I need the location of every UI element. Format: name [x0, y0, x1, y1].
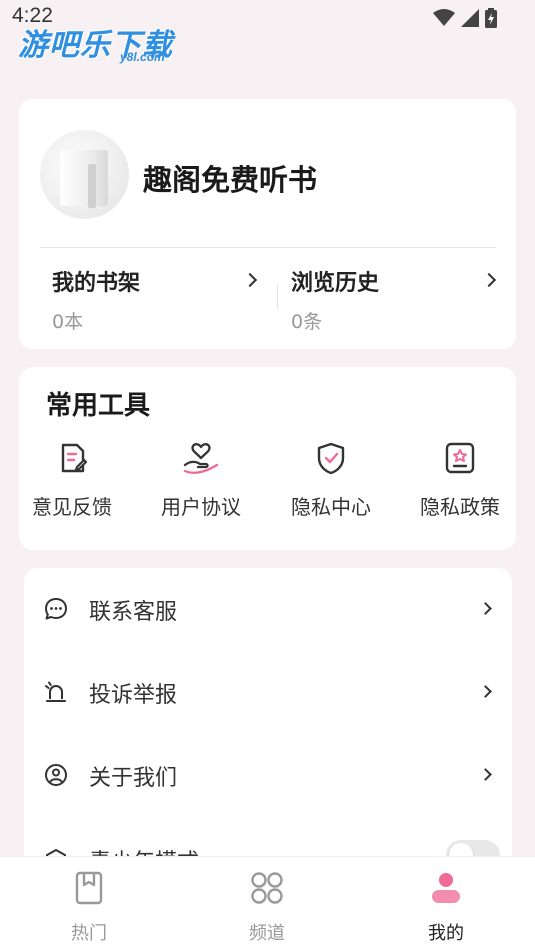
tool-privacy-policy[interactable]: 隐私政策 — [400, 441, 520, 531]
user-agreement-icon — [183, 443, 219, 474]
tool-privacy-center-label: 隐私中心 — [291, 495, 371, 519]
bookshelf-count: 0本 — [52, 311, 84, 333]
list-label-contact-service: 联系客服 — [89, 600, 178, 625]
bottom-nav: 热门 频道 我的 — [0, 856, 535, 951]
history-count: 0条 — [291, 311, 323, 333]
tools-title: 常用工具 — [46, 391, 151, 421]
avatar[interactable] — [40, 130, 129, 219]
bookmark-icon — [75, 871, 103, 905]
list-label-about-us: 关于我们 — [89, 766, 178, 791]
status-bar: 4:22 游吧乐下载 y8l.com — [0, 0, 535, 64]
nav-tab-channel[interactable]: 频道 — [197, 857, 337, 951]
about-icon — [45, 764, 67, 786]
list-item-complaint-report[interactable]: 投诉举报 — [24, 663, 512, 723]
wifi-icon — [433, 9, 455, 26]
alarm-icon — [45, 681, 66, 702]
list-label-complaint-report: 投诉举报 — [89, 683, 178, 708]
tool-user-agreement[interactable]: 用户协议 — [141, 441, 261, 531]
tool-feedback[interactable]: 意见反馈 — [12, 441, 132, 531]
signal-icon — [461, 9, 479, 27]
watermark-domain: y8l.com — [120, 50, 165, 64]
nav-tab-popular[interactable]: 热门 — [19, 857, 159, 951]
chevron-right-icon — [479, 768, 492, 781]
my-bookshelf-button[interactable]: 我的书架 0本 — [52, 265, 267, 335]
grid-icon — [251, 872, 283, 904]
tools-card: 常用工具 意见反馈 用户协议 隐私中心 隐私政策 — [19, 367, 516, 550]
profile-card: 趣阁免费听书 我的书架 0本 浏览历史 0条 — [19, 99, 516, 349]
privacy-center-icon — [317, 442, 345, 475]
chevron-right-icon — [479, 602, 492, 615]
feedback-icon — [61, 443, 88, 473]
history-label: 浏览历史 — [291, 271, 380, 296]
bookshelf-label: 我的书架 — [52, 271, 141, 296]
stat-separator — [277, 285, 278, 309]
nav-label-mine: 我的 — [428, 923, 464, 944]
person-icon — [432, 873, 460, 903]
nav-label-popular: 热门 — [71, 923, 107, 944]
list-item-about-us[interactable]: 关于我们 — [24, 746, 512, 806]
profile-divider — [40, 247, 496, 248]
app-name: 趣阁免费听书 — [143, 163, 318, 197]
tool-user-agreement-label: 用户协议 — [161, 495, 241, 519]
nav-tab-mine[interactable]: 我的 — [376, 857, 516, 951]
browse-history-button[interactable]: 浏览历史 0条 — [291, 265, 506, 335]
nav-label-channel: 频道 — [249, 923, 285, 944]
list-item-contact-service[interactable]: 联系客服 — [24, 580, 512, 640]
chevron-right-icon — [242, 272, 258, 288]
battery-icon — [485, 8, 497, 28]
chevron-right-icon — [481, 272, 497, 288]
privacy-policy-icon — [445, 442, 475, 474]
chevron-right-icon — [479, 685, 492, 698]
tool-feedback-label: 意见反馈 — [32, 495, 112, 519]
tool-privacy-center[interactable]: 隐私中心 — [271, 441, 391, 531]
status-icons — [433, 8, 497, 28]
tool-privacy-policy-label: 隐私政策 — [420, 495, 500, 519]
chat-icon — [45, 598, 67, 620]
